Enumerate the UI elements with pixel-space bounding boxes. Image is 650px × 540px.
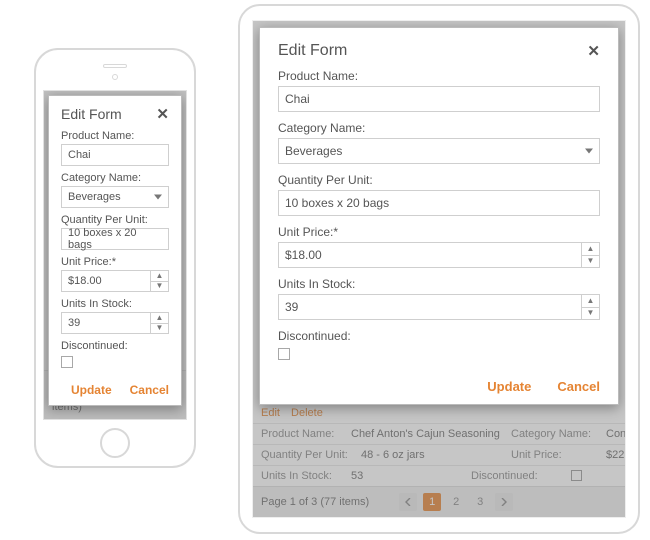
units-in-stock-label: Units In Stock: — [278, 277, 600, 291]
quantity-per-unit-label: Quantity Per Unit: — [278, 173, 600, 187]
discontinued-checkbox[interactable] — [61, 356, 73, 368]
quantity-per-unit-input[interactable]: 10 boxes x 20 bags — [278, 190, 600, 216]
units-in-stock-spin[interactable]: 39 ▲▼ — [61, 312, 169, 334]
table-row: Quantity Per Unit: 48 - 6 oz jars Unit P… — [253, 444, 625, 465]
pager-page-3[interactable]: 3 — [471, 493, 489, 511]
tablet-screen: Units In Stock: 1 3 Discontinued: Edit De… — [252, 20, 626, 518]
units-in-stock-label: Units In Stock: — [61, 298, 169, 310]
unit-price-spin[interactable]: $18.00 ▲▼ — [61, 270, 169, 292]
unit-price-label: Unit Price:* — [278, 225, 600, 239]
close-icon[interactable]: ✕ — [587, 44, 600, 59]
phone-edit-form-popup: Edit Form ✕ Product Name: Chai Category … — [48, 95, 182, 406]
delete-link[interactable]: Delete — [291, 407, 323, 419]
unit-price-stepper[interactable]: ▲▼ — [581, 243, 599, 267]
unit-price-label: Unit Price:* — [61, 256, 169, 268]
category-name-label: Category Name: — [278, 121, 600, 135]
units-in-stock-stepper[interactable]: ▲▼ — [581, 295, 599, 319]
phone-home-button — [100, 428, 130, 458]
popup-title: Edit Form — [278, 42, 347, 60]
units-in-stock-spin[interactable]: 39 ▲▼ — [278, 294, 600, 320]
update-button[interactable]: Update — [71, 383, 112, 397]
close-icon[interactable]: ✕ — [156, 107, 169, 122]
category-name-select[interactable]: Beverages — [61, 186, 169, 208]
product-name-input[interactable]: Chai — [61, 144, 169, 166]
units-in-stock-stepper[interactable]: ▲▼ — [150, 313, 168, 333]
update-button[interactable]: Update — [487, 379, 531, 394]
tablet-device-frame: Units In Stock: 1 3 Discontinued: Edit De… — [238, 4, 640, 534]
pager-prev[interactable] — [399, 493, 417, 511]
product-name-label: Product Name: — [278, 69, 600, 83]
discontinued-checkbox[interactable] — [278, 348, 290, 360]
quantity-per-unit-label: Quantity Per Unit: — [61, 214, 169, 226]
chevron-down-icon — [154, 195, 162, 200]
tablet-pager: Page 1 of 3 (77 items) 1 2 3 — [253, 486, 625, 517]
pager-page-1[interactable]: 1 — [423, 493, 441, 511]
edit-link[interactable]: Edit — [261, 407, 280, 419]
cancel-button[interactable]: Cancel — [557, 379, 600, 394]
row-actions: Edit Delete — [253, 403, 625, 423]
chevron-down-icon — [585, 149, 593, 154]
product-name-label: Product Name: — [61, 130, 169, 142]
phone-screen: Page 1 of 3 (77 items) 1 2 3 Edit Form ✕… — [43, 90, 187, 420]
table-row: Units In Stock: 53 Discontinued: — [253, 465, 625, 486]
discontinued-check-icon — [571, 470, 582, 481]
quantity-per-unit-input[interactable]: 10 boxes x 20 bags — [61, 228, 169, 250]
tablet-edit-form-popup: Edit Form ✕ Product Name: Chai Category … — [259, 27, 619, 405]
pager-summary: Page 1 of 3 (77 items) — [261, 496, 369, 508]
pager-page-2[interactable]: 2 — [447, 493, 465, 511]
table-row: Product Name: Chef Anton's Cajun Seasoni… — [253, 423, 625, 444]
phone-camera — [112, 74, 118, 80]
popup-title: Edit Form — [61, 106, 122, 122]
category-name-label: Category Name: — [61, 172, 169, 184]
discontinued-label: Discontinued: — [278, 329, 600, 343]
phone-speaker — [103, 64, 127, 68]
phone-device-frame: Page 1 of 3 (77 items) 1 2 3 Edit Form ✕… — [34, 48, 196, 468]
discontinued-label: Discontinued: — [61, 340, 169, 352]
pager-next[interactable] — [495, 493, 513, 511]
category-name-select[interactable]: Beverages — [278, 138, 600, 164]
cancel-button[interactable]: Cancel — [130, 383, 169, 397]
unit-price-spin[interactable]: $18.00 ▲▼ — [278, 242, 600, 268]
unit-price-stepper[interactable]: ▲▼ — [150, 271, 168, 291]
product-name-input[interactable]: Chai — [278, 86, 600, 112]
